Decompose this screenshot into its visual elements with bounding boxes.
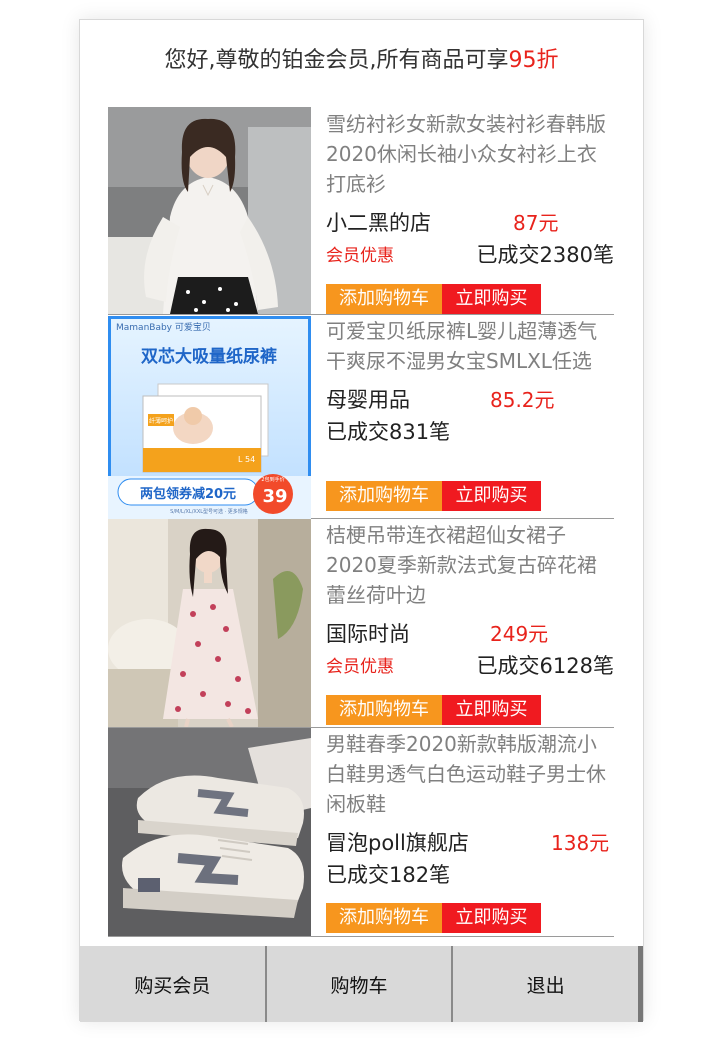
buy-now-button[interactable]: 立即购买: [442, 481, 541, 511]
brand-logo-text: MamanBaby 可爱宝贝: [116, 321, 211, 333]
product-title[interactable]: 桔梗吊带连衣裙超仙女裙子2020夏季新款法式复古碎花裙蕾丝荷叶边: [326, 520, 614, 610]
product-image[interactable]: MamanBaby 可爱宝贝 双芯大吸量纸尿裤 纤薄呵护 L 54 两包领券减2…: [108, 316, 311, 519]
product-card[interactable]: 雪纺衬衫女新款女装衬衫春韩版2020休闲长袖小众女衬衫上衣打底衫 小二黑的店 8…: [108, 107, 614, 315]
member-discount-badge: 会员优惠: [326, 657, 394, 677]
action-buttons: 添加购物车 立即购买: [326, 284, 541, 314]
product-image[interactable]: [108, 519, 311, 727]
greeting-text: 您好,尊敬的铂金会员,所有商品可享: [164, 48, 509, 73]
product-title[interactable]: 可爱宝贝纸尿裤L婴儿超薄透气干爽尿不湿男女宝SMLXL任选: [326, 316, 614, 376]
buy-now-button[interactable]: 立即购买: [442, 695, 541, 725]
image-footnote: S/M/L/XL/XXL型号可选 · 更多规格: [170, 508, 248, 515]
action-buttons: 添加购物车 立即购买: [326, 481, 541, 511]
shop-name[interactable]: 小二黑的店: [326, 207, 431, 237]
product-title[interactable]: 雪纺衬衫女新款女装衬衫春韩版2020休闲长袖小众女衬衫上衣打底衫: [326, 109, 614, 199]
sold-count: 已成交182笔: [326, 863, 451, 887]
add-to-cart-button[interactable]: 添加购物车: [326, 284, 442, 314]
app-frame: 您好,尊敬的铂金会员,所有商品可享95折 雪纺衬衫女新款女装衬衫春韩版2020休…: [79, 19, 644, 1022]
cart-tab[interactable]: 购物车: [266, 946, 454, 1022]
price: 85.2元: [490, 388, 555, 412]
price: 138元: [551, 831, 610, 855]
discount-text: 95折: [508, 48, 559, 73]
product-title[interactable]: 男鞋春季2020新款韩版潮流小白鞋男透气白色运动鞋子男士休闲板鞋: [326, 729, 614, 819]
sold-count: 已成交2380笔: [476, 243, 614, 267]
shop-name[interactable]: 母婴用品: [326, 384, 410, 414]
product-card[interactable]: MamanBaby 可爱宝贝 双芯大吸量纸尿裤 纤薄呵护 L 54 两包领券减2…: [108, 316, 614, 519]
add-to-cart-button[interactable]: 添加购物车: [326, 903, 442, 933]
package-size: L 54: [238, 455, 255, 464]
logout-tab[interactable]: 退出: [453, 946, 644, 1022]
shop-name[interactable]: 国际时尚: [326, 618, 410, 648]
product-image[interactable]: [108, 107, 311, 314]
action-buttons: 添加购物车 立即购买: [326, 903, 541, 933]
buy-membership-tab[interactable]: 购买会员: [80, 946, 267, 1022]
sold-count: 已成交831笔: [326, 420, 451, 444]
product-image[interactable]: [108, 728, 311, 936]
shop-name[interactable]: 冒泡poll旗舰店: [326, 827, 469, 857]
product-card[interactable]: 桔梗吊带连衣裙超仙女裙子2020夏季新款法式复古碎花裙蕾丝荷叶边 国际时尚 24…: [108, 519, 614, 728]
price: 87元: [513, 211, 559, 235]
promo-text: 两包领券减20元: [140, 486, 236, 502]
price-badge: 39: [262, 486, 287, 507]
image-title: 双芯大吸量纸尿裤: [141, 346, 277, 367]
price-badge-caption: 2包到手价: [261, 476, 284, 483]
member-banner: 您好,尊敬的铂金会员,所有商品可享95折: [80, 42, 643, 74]
member-discount-badge: 会员优惠: [326, 246, 394, 266]
sold-count: 已成交6128笔: [476, 654, 614, 678]
action-buttons: 添加购物车 立即购买: [326, 695, 541, 725]
buy-now-button[interactable]: 立即购买: [442, 903, 541, 933]
add-to-cart-button[interactable]: 添加购物车: [326, 481, 442, 511]
add-to-cart-button[interactable]: 添加购物车: [326, 695, 442, 725]
package-label: 纤薄呵护: [149, 417, 173, 425]
product-card[interactable]: 男鞋春季2020新款韩版潮流小白鞋男透气白色运动鞋子男士休闲板鞋 冒泡poll旗…: [108, 728, 614, 937]
buy-now-button[interactable]: 立即购买: [442, 284, 541, 314]
bottom-nav: 购买会员 购物车 退出: [80, 946, 644, 1022]
price: 249元: [490, 622, 549, 646]
